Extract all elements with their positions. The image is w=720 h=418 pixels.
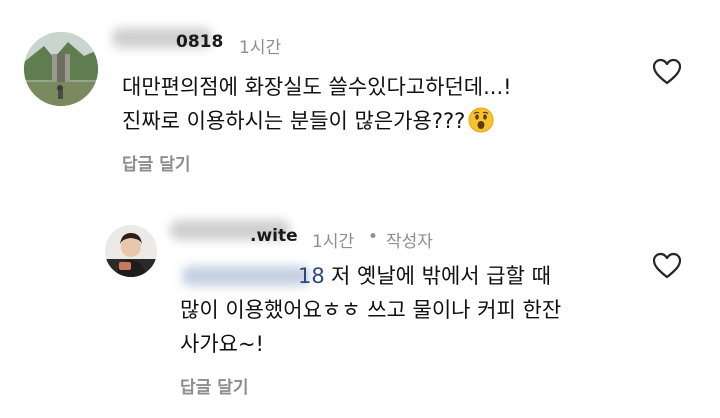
avatar[interactable]	[24, 32, 98, 106]
reply-text-line: 사가요~!	[180, 330, 264, 358]
avatar[interactable]	[105, 225, 157, 277]
mention-link[interactable]: 18	[298, 262, 325, 290]
comment-username[interactable]: 0818	[176, 32, 223, 52]
author-badge: 작성자	[386, 232, 433, 252]
reply-button[interactable]: 답글 달기	[122, 150, 190, 175]
heart-outline-icon[interactable]	[652, 58, 682, 90]
comment-text: 대만편의점에 화장실도 쓸수있다고하던데...!	[122, 75, 512, 99]
blurred-mention	[182, 266, 310, 286]
comment-text-line: 진짜로 이용하시는 분들이 많은가용???	[122, 107, 494, 140]
reply-timestamp: 1시간	[312, 232, 355, 252]
reply-button[interactable]: 답글 달기	[180, 373, 248, 398]
comment-text: 진짜로 이용하시는 분들이 많은가용???	[122, 109, 466, 133]
comment-timestamp: 1시간	[239, 38, 282, 58]
reply-text: 많이 이용했어요ㅎㅎ 쓰고 물이나 커피 한잔	[180, 298, 562, 322]
reply-text-line: 저 옛날에 밖에서 급할 때	[331, 262, 551, 290]
astonished-face-emoji-icon	[468, 107, 494, 140]
reply-username[interactable]: .wite	[250, 226, 298, 246]
reply-text-line: 많이 이용했어요ㅎㅎ 쓰고 물이나 커피 한잔	[180, 296, 561, 324]
reply-text: 저 옛날에 밖에서 급할 때	[331, 264, 551, 288]
comment-text-line: 대만편의점에 화장실도 쓸수있다고하던데...!	[122, 73, 512, 101]
heart-outline-icon[interactable]	[652, 252, 682, 284]
reply-text: 사가요~!	[180, 332, 264, 356]
meta-separator: •	[368, 227, 379, 247]
